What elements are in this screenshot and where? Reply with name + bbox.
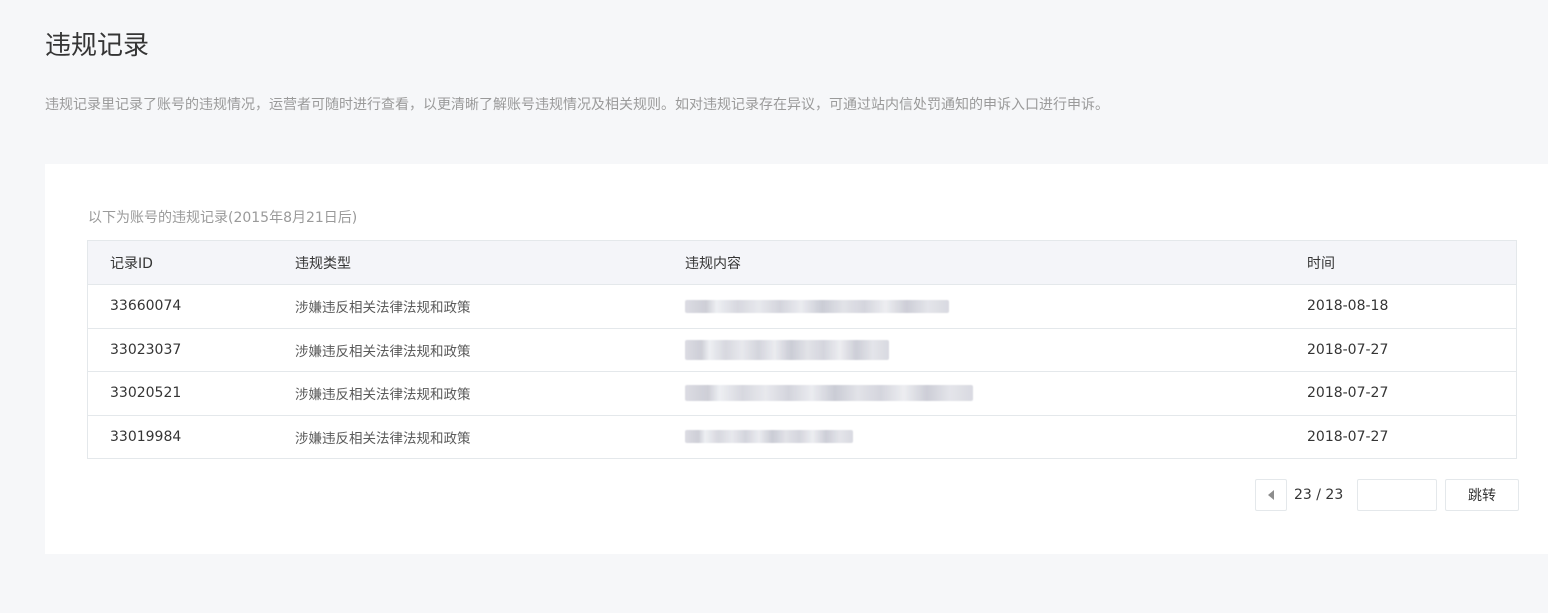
column-header-content: 违规内容 [685,255,741,272]
record-time: 2018-07-27 [1307,385,1389,402]
table-header-row: 记录ID 违规类型 违规内容 时间 [88,241,1516,284]
column-header-time: 时间 [1307,255,1335,272]
records-panel: 以下为账号的违规记录(2015年8月21日后) 记录ID 违规类型 违规内容 时… [45,164,1548,554]
record-content-blurred [685,285,949,328]
table-row: 33019984 涉嫌违反相关法律法规和政策 2018-07-27 [88,414,1516,459]
record-id: 33660074 [110,298,182,315]
record-type: 涉嫌违反相关法律法规和政策 [295,430,471,447]
prev-page-button[interactable] [1255,479,1287,511]
triangle-left-icon [1268,490,1274,500]
jump-button[interactable]: 跳转 [1445,479,1519,511]
record-time: 2018-07-27 [1307,428,1389,445]
records-subtitle: 以下为账号的违规记录(2015年8月21日后) [88,210,358,226]
record-type: 涉嫌违反相关法律法规和政策 [295,387,471,404]
record-id: 33019984 [110,428,182,445]
table-row: 33660074 涉嫌违反相关法律法规和政策 2018-08-18 [88,284,1516,328]
page-title: 违规记录 [45,31,150,61]
record-content-blurred [685,329,889,372]
column-header-id: 记录ID [110,255,153,272]
page-jump-input[interactable] [1357,479,1437,511]
page-count: 23 / 23 [1294,487,1344,503]
record-time: 2018-07-27 [1307,341,1389,358]
record-content-blurred [685,372,973,415]
page-description: 违规记录里记录了账号的违规情况，运营者可随时进行查看，以更清晰了解账号违规情况及… [45,97,1109,113]
records-table: 记录ID 违规类型 违规内容 时间 33660074 涉嫌违反相关法律法规和政策… [87,240,1517,459]
table-row: 33023037 涉嫌违反相关法律法规和政策 2018-07-27 [88,327,1516,372]
record-type: 涉嫌违反相关法律法规和政策 [295,343,471,360]
column-header-type: 违规类型 [295,255,351,272]
record-type: 涉嫌违反相关法律法规和政策 [295,300,471,317]
table-row: 33020521 涉嫌违反相关法律法规和政策 2018-07-27 [88,371,1516,415]
record-time: 2018-08-18 [1307,298,1389,315]
record-id: 33023037 [110,341,182,358]
record-content-blurred [685,416,853,459]
record-id: 33020521 [110,385,182,402]
